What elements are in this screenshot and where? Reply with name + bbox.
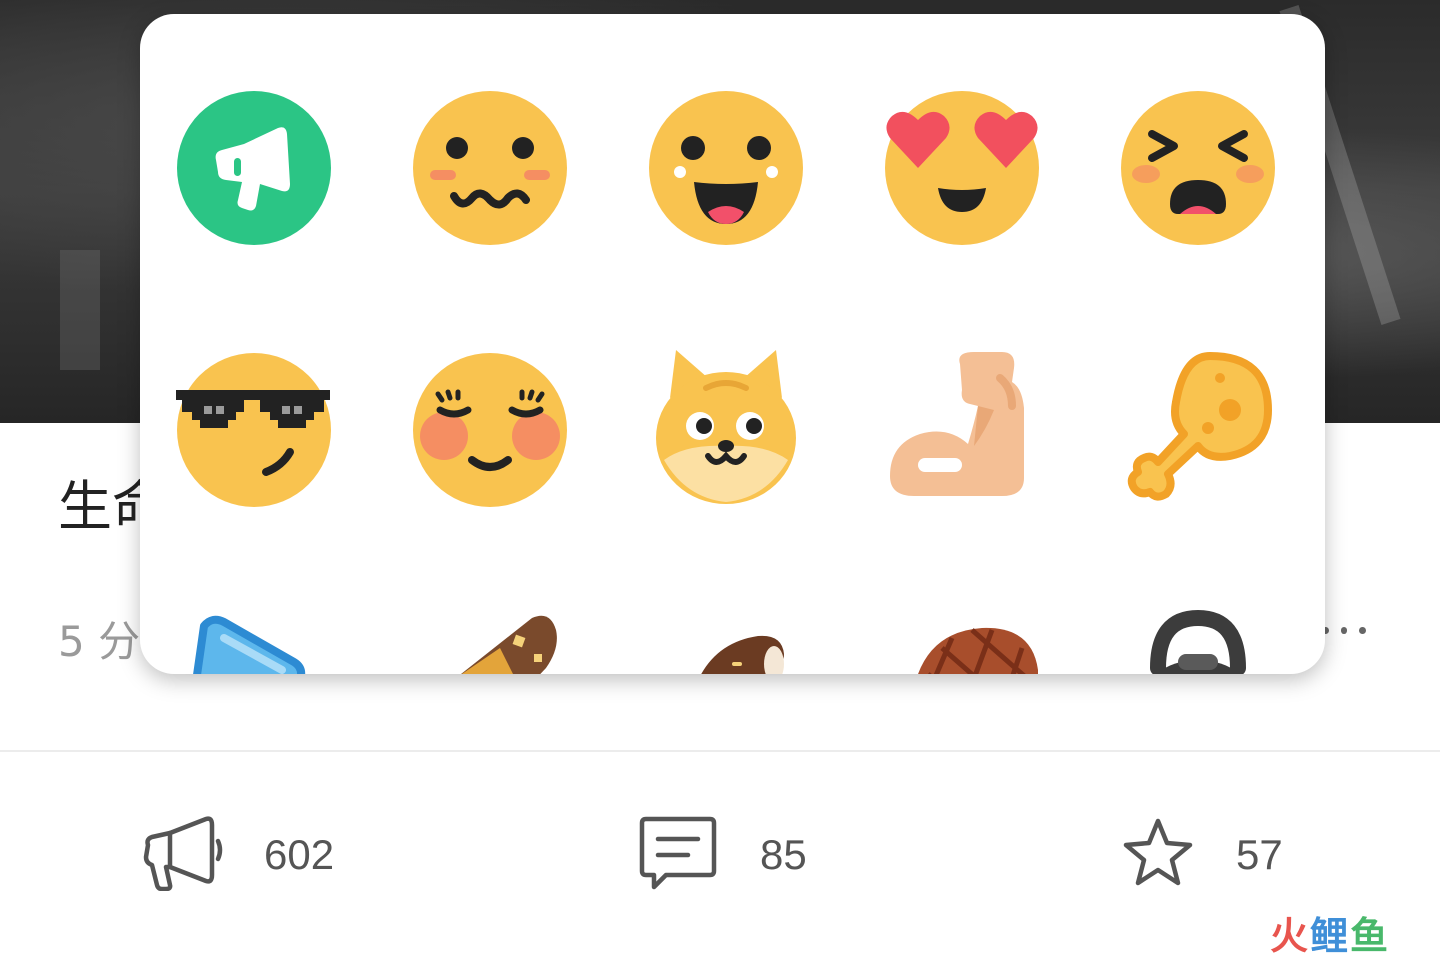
megaphone-badge-icon[interactable]: [174, 88, 334, 248]
ice-cream-bar-icon[interactable]: [646, 608, 806, 674]
like-button[interactable]: 602: [140, 815, 334, 895]
comment-icon: [636, 815, 720, 896]
favorite-button[interactable]: 57: [1120, 815, 1283, 895]
comment-button[interactable]: 85: [636, 815, 807, 895]
flexed-biceps-icon[interactable]: [882, 348, 1042, 508]
post-timestamp: 5 分: [58, 617, 141, 666]
star-icon: [1120, 815, 1196, 896]
happy-tongue-icon[interactable]: [646, 88, 806, 248]
kettlebell-icon[interactable]: [1118, 608, 1278, 674]
heart-eyes-icon[interactable]: [882, 88, 1042, 248]
favorite-count: 57: [1236, 831, 1283, 878]
watermark-logo: 火鲤鱼: [1270, 914, 1391, 953]
steak-icon[interactable]: [882, 608, 1042, 674]
more-options-icon[interactable]: [1322, 620, 1367, 640]
comment-count: 85: [760, 831, 807, 878]
chocolate-bar-icon[interactable]: [410, 608, 570, 674]
emoji-reaction-panel: [140, 14, 1325, 674]
cool-sunglasses-icon[interactable]: [174, 348, 334, 508]
blue-bag-icon[interactable]: [174, 608, 334, 674]
wavy-smile-blush-icon[interactable]: [410, 88, 570, 248]
divider: [0, 750, 1440, 752]
chicken-leg-icon[interactable]: [1118, 348, 1278, 508]
doge-icon[interactable]: [646, 348, 806, 508]
post-detail-screen: 生命 5 分 602 85 57 火鲤鱼: [0, 0, 1440, 953]
content-blush-icon[interactable]: [410, 348, 570, 508]
squint-laugh-icon[interactable]: [1118, 88, 1278, 248]
megaphone-icon: [140, 815, 224, 896]
like-count: 602: [264, 831, 335, 878]
